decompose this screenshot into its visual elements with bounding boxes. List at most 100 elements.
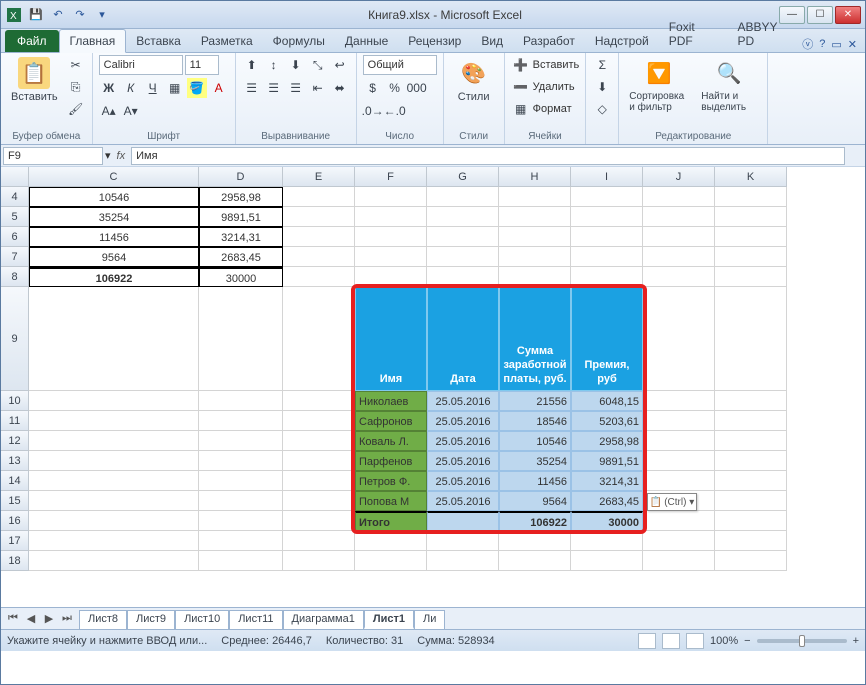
tab-nav-last-icon[interactable]: ⏭ bbox=[59, 611, 75, 627]
cell[interactable] bbox=[571, 187, 643, 207]
col-header[interactable]: K bbox=[715, 167, 787, 187]
table-row-date[interactable]: 25.05.2016 bbox=[427, 391, 499, 411]
table-row-sum[interactable]: 21556 bbox=[499, 391, 571, 411]
cell[interactable] bbox=[283, 551, 355, 571]
zoom-slider[interactable] bbox=[757, 639, 847, 643]
col-header[interactable]: C bbox=[29, 167, 199, 187]
row-header[interactable]: 15 bbox=[1, 491, 29, 511]
increase-font-icon[interactable]: A▴ bbox=[99, 101, 119, 121]
cell[interactable]: 35254 bbox=[29, 207, 199, 227]
cell[interactable] bbox=[199, 531, 283, 551]
cell[interactable] bbox=[715, 491, 787, 511]
col-header[interactable]: H bbox=[499, 167, 571, 187]
undo-icon[interactable]: ↶ bbox=[49, 6, 67, 24]
border-button[interactable]: ▦ bbox=[165, 78, 185, 98]
cell[interactable] bbox=[427, 267, 499, 287]
currency-icon[interactable]: $ bbox=[363, 78, 383, 98]
align-right-icon[interactable]: ☰ bbox=[286, 78, 306, 98]
row-header[interactable]: 5 bbox=[1, 207, 29, 227]
cell[interactable] bbox=[29, 531, 199, 551]
copy-icon[interactable]: ⎘ bbox=[66, 77, 86, 97]
row-header[interactable]: 16 bbox=[1, 511, 29, 531]
table-row-name[interactable]: Парфенов bbox=[355, 451, 427, 471]
cell[interactable] bbox=[199, 391, 283, 411]
cell[interactable] bbox=[283, 431, 355, 451]
table-row-bonus[interactable]: 2958,98 bbox=[571, 431, 643, 451]
tab-nav-first-icon[interactable]: ⏮ bbox=[5, 611, 21, 627]
font-color-button[interactable]: A bbox=[209, 78, 229, 98]
cell[interactable]: 106922 bbox=[29, 267, 199, 287]
sheet-tab[interactable]: Лист10 bbox=[175, 610, 229, 629]
table-total-date[interactable] bbox=[427, 511, 499, 531]
fx-icon[interactable]: fx bbox=[111, 150, 132, 162]
tab-addins[interactable]: Надстрой bbox=[585, 30, 659, 52]
table-row-date[interactable]: 25.05.2016 bbox=[427, 431, 499, 451]
format-painter-icon[interactable]: 🖌 bbox=[66, 99, 86, 119]
cell[interactable] bbox=[29, 471, 199, 491]
delete-cells-icon[interactable]: ➖ bbox=[511, 77, 531, 97]
view-break-icon[interactable] bbox=[686, 633, 704, 649]
cell[interactable] bbox=[715, 451, 787, 471]
tab-review[interactable]: Рецензир bbox=[398, 30, 471, 52]
cell[interactable] bbox=[715, 511, 787, 531]
cell[interactable] bbox=[643, 391, 715, 411]
table-total-bonus[interactable]: 30000 bbox=[571, 511, 643, 531]
sheet-tab[interactable]: Лист11 bbox=[229, 610, 282, 629]
cell[interactable] bbox=[571, 267, 643, 287]
cell[interactable] bbox=[499, 207, 571, 227]
cell[interactable] bbox=[29, 431, 199, 451]
table-row-date[interactable]: 25.05.2016 bbox=[427, 451, 499, 471]
window-restore-icon[interactable]: ▭ bbox=[831, 38, 841, 51]
table-total-name[interactable]: Итого bbox=[355, 511, 427, 531]
cell[interactable] bbox=[283, 531, 355, 551]
sheet-tab[interactable]: Лист8 bbox=[79, 610, 127, 629]
cell[interactable] bbox=[499, 531, 571, 551]
cell[interactable] bbox=[571, 207, 643, 227]
cell[interactable] bbox=[283, 267, 355, 287]
col-header[interactable]: G bbox=[427, 167, 499, 187]
help-icon[interactable]: ? bbox=[819, 38, 825, 50]
row-header[interactable]: 11 bbox=[1, 411, 29, 431]
minimize-ribbon-icon[interactable]: ⓥ bbox=[802, 36, 813, 52]
cell[interactable] bbox=[715, 411, 787, 431]
cell[interactable] bbox=[499, 247, 571, 267]
table-row-name[interactable]: Попова М bbox=[355, 491, 427, 511]
tab-developer[interactable]: Разработ bbox=[513, 30, 585, 52]
cell[interactable]: 11456 bbox=[29, 227, 199, 247]
cell[interactable]: 2683,45 bbox=[199, 247, 283, 267]
decrease-decimal-icon[interactable]: ←.0 bbox=[385, 101, 405, 121]
table-row-date[interactable]: 25.05.2016 bbox=[427, 491, 499, 511]
zoom-in-icon[interactable]: + bbox=[853, 635, 859, 647]
qat-dropdown-icon[interactable]: ▾ bbox=[93, 6, 111, 24]
cell[interactable] bbox=[355, 551, 427, 571]
delete-cells-label[interactable]: Удалить bbox=[533, 81, 575, 93]
indent-dec-icon[interactable]: ⇤ bbox=[308, 78, 328, 98]
clear-icon[interactable]: ◇ bbox=[592, 99, 612, 119]
window-close-icon[interactable]: ✕ bbox=[848, 38, 857, 51]
cell[interactable] bbox=[571, 227, 643, 247]
name-box[interactable]: F9 bbox=[3, 147, 103, 165]
cell[interactable] bbox=[283, 247, 355, 267]
cell[interactable] bbox=[643, 187, 715, 207]
cell[interactable] bbox=[427, 187, 499, 207]
cell[interactable]: 10546 bbox=[29, 187, 199, 207]
redo-icon[interactable]: ↷ bbox=[71, 6, 89, 24]
col-header[interactable]: E bbox=[283, 167, 355, 187]
cell[interactable]: 9891,51 bbox=[199, 207, 283, 227]
font-size-combo[interactable]: 11 bbox=[185, 55, 219, 75]
cell[interactable] bbox=[29, 491, 199, 511]
cell[interactable] bbox=[715, 551, 787, 571]
row-header[interactable]: 12 bbox=[1, 431, 29, 451]
col-header[interactable]: D bbox=[199, 167, 283, 187]
cell[interactable] bbox=[715, 227, 787, 247]
underline-button[interactable]: Ч bbox=[143, 78, 163, 98]
align-left-icon[interactable]: ☰ bbox=[242, 78, 262, 98]
row-header[interactable]: 8 bbox=[1, 267, 29, 287]
cell[interactable] bbox=[199, 511, 283, 531]
table-row-sum[interactable]: 9564 bbox=[499, 491, 571, 511]
increase-decimal-icon[interactable]: .0→ bbox=[363, 101, 383, 121]
cell[interactable] bbox=[283, 227, 355, 247]
cell[interactable] bbox=[643, 267, 715, 287]
cell[interactable] bbox=[199, 451, 283, 471]
table-row-name[interactable]: Петров Ф. bbox=[355, 471, 427, 491]
